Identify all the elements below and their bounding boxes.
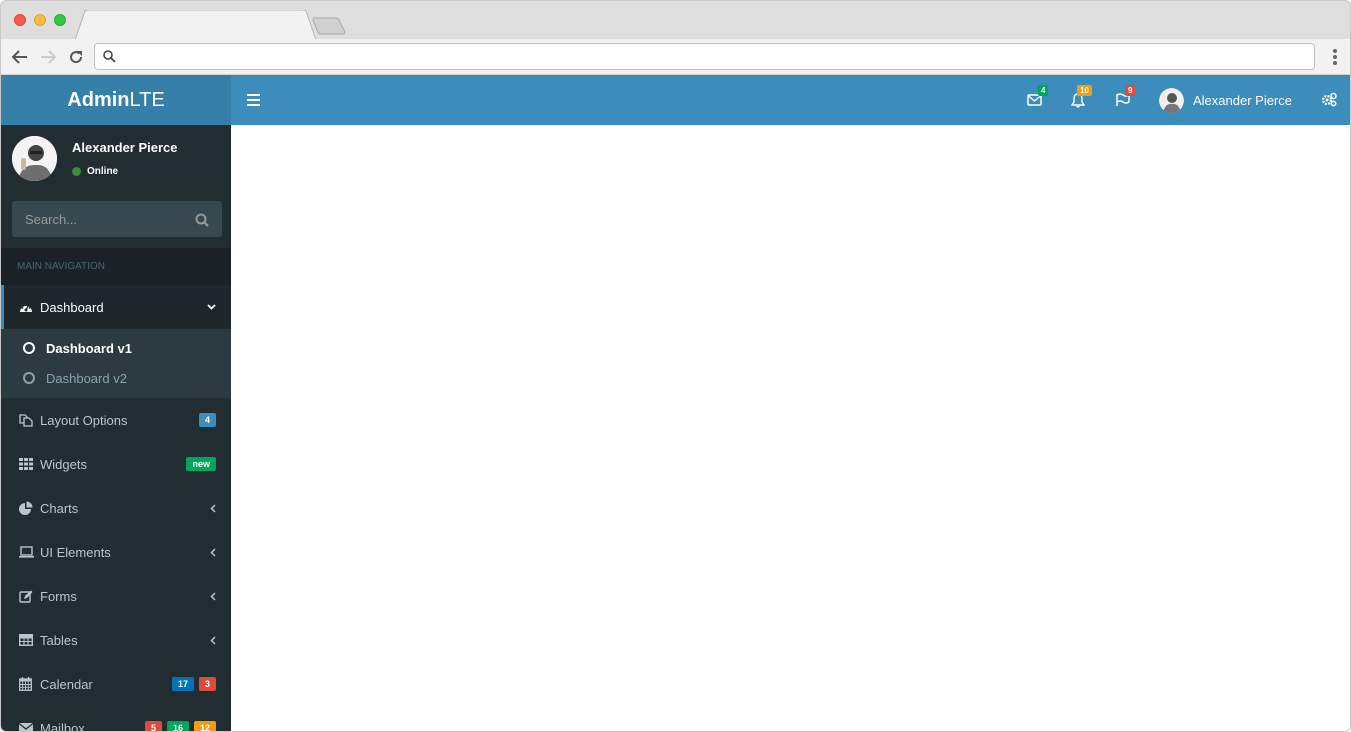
search-icon [103,50,116,63]
sidebar-item-label: Calendar [40,676,93,692]
sidebar-item-layout-options[interactable]: Layout Options 4 [1,398,231,442]
sidebar-item-widgets[interactable]: Widgets new [1,442,231,486]
sidebar-item-label: Mailbox [40,720,85,732]
sidebar-item-forms[interactable]: Forms [1,574,231,618]
browser-toolbar [1,39,1350,75]
sidebar-search-input[interactable] [25,210,185,228]
user-name: Alexander Pierce [72,140,178,155]
sidebar-item-mailbox[interactable]: Mailbox 5 16 12 [1,706,231,732]
tab-bar [1,1,1350,40]
calendar-badge-alerts: 3 [198,677,216,691]
sidebar-item-label: UI Elements [40,544,111,560]
sidebar-item-label: Charts [40,500,79,516]
forward-button[interactable] [38,47,58,67]
dashboard-icon [20,304,32,312]
layout-options-badge: 4 [198,413,216,427]
th-icon [19,458,33,470]
logo-light: LTE [129,89,165,111]
navbar-user-name: Alexander Pierce [1193,92,1292,108]
browser-tab-active[interactable] [75,10,317,40]
mailbox-badge-red: 5 [144,721,162,731]
chevron-left-icon [210,635,216,645]
user-menu[interactable]: Alexander Pierce [1159,75,1292,125]
tasks-badge: 9 [1125,85,1136,96]
widgets-badge: new [186,457,216,471]
content-area [231,125,1350,731]
address-input[interactable] [123,47,1303,66]
browser-window: AdminLTE 4 10 9 Alexander Pierce Alexand… [0,0,1351,732]
sidebar-toggle-button[interactable] [247,94,260,106]
sidebar-item-label: Tables [40,632,78,648]
sidebar-item-dashboard[interactable]: Dashboard [1,285,231,329]
sidebar-item-ui-elements[interactable]: UI Elements [1,530,231,574]
new-tab-button[interactable] [311,17,347,35]
user-avatar-small [1159,87,1184,113]
subitem-label: Dashboard v1 [46,340,132,356]
maximize-window-button[interactable] [54,14,66,26]
arrow-left-icon [12,50,27,64]
mailbox-badge-yellow: 12 [193,721,216,731]
mailbox-badge-green: 16 [166,721,189,731]
user-status: Online [72,166,118,177]
search-icon [195,213,209,227]
chevron-left-icon [210,547,216,557]
sidebar-item-tables[interactable]: Tables [1,618,231,662]
back-button[interactable] [10,47,30,67]
edit-icon [19,590,33,603]
sidebar-menu: Dashboard Dashboard v1 Dashboard v2 Layo… [1,285,231,732]
gears-icon [1321,92,1337,107]
dashboard-submenu: Dashboard v1 Dashboard v2 [1,329,231,398]
reload-icon [70,51,83,64]
chevron-left-icon [210,591,216,601]
notifications-badge: 10 [1077,85,1092,96]
calendar-badge-events: 17 [171,677,194,691]
logo[interactable]: AdminLTE [1,75,231,125]
admin-app: AdminLTE 4 10 9 Alexander Pierce Alexand… [1,75,1350,732]
status-text: Online [87,166,119,177]
logo-bold: Admin [67,89,130,111]
sidebar: Alexander Pierce Online MAIN NAVIGATION … [1,125,231,732]
calendar-icon [19,677,32,691]
files-icon [19,414,33,427]
sidebar-item-label: Layout Options [40,412,128,428]
chevron-left-icon [210,503,216,513]
reload-button[interactable] [66,47,86,67]
arrow-right-icon [41,50,56,64]
user-avatar [12,136,57,181]
top-navbar: 4 10 9 Alexander Pierce [231,75,1350,125]
sidebar-search [12,201,222,237]
messages-badge: 4 [1038,85,1049,96]
laptop-icon [19,546,34,558]
table-icon [19,634,33,646]
minimize-window-button[interactable] [34,14,46,26]
pie-chart-icon [19,501,33,515]
control-sidebar-button[interactable] [1321,92,1337,111]
chevron-down-icon [207,304,216,310]
sidebar-item-calendar[interactable]: Calendar 17 3 [1,662,231,706]
sidebar-item-label: Dashboard [40,299,104,315]
subitem-label: Dashboard v2 [46,370,127,386]
user-panel: Alexander Pierce Online [1,125,231,200]
sidebar-item-label: Widgets [40,456,87,472]
circle-icon [23,342,35,354]
sidebar-subitem-dashboard-v1[interactable]: Dashboard v1 [1,333,231,363]
search-button[interactable] [195,212,209,231]
close-window-button[interactable] [14,14,26,26]
online-dot-icon [72,167,81,176]
sidebar-subitem-dashboard-v2[interactable]: Dashboard v2 [1,363,231,393]
sidebar-item-label: Forms [40,588,77,604]
sidebar-item-charts[interactable]: Charts [1,486,231,530]
nav-header: MAIN NAVIGATION [1,248,231,285]
address-bar[interactable] [94,43,1315,70]
circle-icon [23,372,35,384]
envelope-icon [19,722,33,731]
browser-menu-button[interactable] [1332,49,1338,65]
